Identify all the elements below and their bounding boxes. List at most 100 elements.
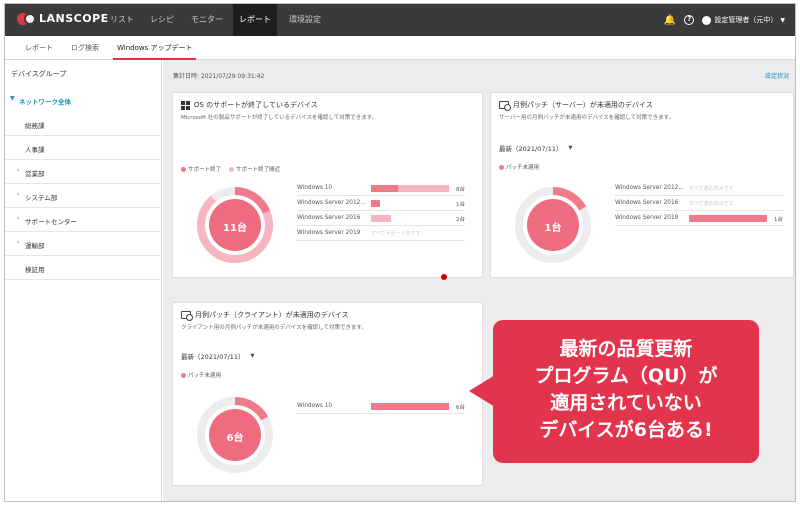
row-status: すべて適応済みです (689, 201, 734, 207)
sidebar-item-label: サポートセンター (25, 218, 77, 226)
bar-segment (371, 403, 449, 410)
legend: サポート終了 サポート終了間近 (181, 165, 280, 173)
date-select[interactable]: 最新（2021/07/11） ▼ (181, 351, 254, 361)
chevron-down-icon: ▼ (568, 145, 573, 151)
tab-windows-update[interactable]: Windows アップデート (113, 36, 197, 60)
table-row[interactable]: Windows Server 2016 すべて適応済みです (615, 200, 783, 212)
nav-item-report[interactable]: レポート (233, 4, 277, 36)
settings-status-link[interactable]: 設定状況 (765, 71, 789, 80)
table-row[interactable]: Windows 10 8台 (297, 185, 465, 197)
sidebar-item-verification[interactable]: 検証用 (5, 256, 161, 280)
card-os-support: OS のサポートが終了しているデバイス Microsoft 社の製品サポートが終… (172, 92, 483, 278)
table-row[interactable]: Windows Server 2019 すべてサポート中です (297, 230, 465, 242)
date-select-value: 最新（2021/07/11） (181, 353, 245, 361)
row-label: Windows Server 2012... (615, 185, 684, 191)
date-select[interactable]: 最新（2021/07/11） ▼ (499, 143, 572, 153)
row-count: 1台 (774, 217, 783, 223)
top-nav: LANSCOPE リスト レシピ モニター レポート 環境設定 🔔 ? 設定管理… (5, 4, 795, 36)
bell-icon[interactable]: 🔔 (664, 15, 676, 26)
row-divider (297, 413, 465, 414)
chevron-right-icon[interactable]: › (17, 239, 19, 246)
donut-center-value: 11台 (223, 223, 247, 234)
bar-segment (371, 185, 398, 192)
row-divider (297, 210, 465, 211)
sidebar-item-transport[interactable]: › 運輸部 (5, 232, 161, 256)
date-select-value: 最新（2021/07/11） (499, 145, 563, 153)
row-label: Windows Server 2019 (615, 215, 679, 221)
tab-report[interactable]: レポート (25, 36, 53, 60)
bar-segment (371, 200, 380, 207)
sidebar-item-system[interactable]: › システム部 (5, 184, 161, 208)
help-icon[interactable]: ? (684, 15, 695, 25)
nav-item-monitor[interactable]: モニター (187, 4, 227, 36)
row-divider (615, 195, 783, 196)
row-label: Windows 10 (297, 185, 333, 191)
server-patch-icon (499, 101, 511, 111)
legend: パッチ未適用 (181, 371, 221, 379)
table-row[interactable]: Windows Server 2012... すべて適応済みです (615, 185, 783, 197)
chevron-right-icon[interactable]: › (17, 167, 19, 174)
windows-icon (181, 100, 190, 110)
legend: パッチ未適用 (499, 163, 539, 171)
sidebar-item-sales[interactable]: › 営業部 (5, 160, 161, 184)
card-description: サーバー用の月例パッチが未適用のデバイスを確認して対策できます。 (499, 115, 675, 121)
sidebar-title: デバイスグループ (11, 70, 67, 78)
sidebar-item-label: 運輸部 (25, 242, 45, 250)
chevron-down-icon: ▼ (250, 353, 255, 359)
table-row[interactable]: Windows Server 2012... 1台 (297, 200, 465, 212)
card-title: 月例パッチ（サーバー）が未適用のデバイス (499, 100, 653, 111)
callout-line: 最新の品質更新 (559, 338, 693, 360)
aggregate-timestamp: 集計日時: 2021/07/29 09:31:42 (173, 73, 265, 80)
card-description: Microsoft 社の製品サポートが終了しているデバイスを確認して対策できます… (181, 115, 378, 121)
red-marker (441, 274, 447, 280)
row-label: Windows Server 2012... (297, 200, 366, 206)
row-divider (297, 240, 465, 241)
brand-logo[interactable]: LANSCOPE (17, 12, 109, 25)
sub-nav: レポート ログ検索 Windows アップデート (5, 36, 795, 60)
row-label: Windows 10 (297, 403, 333, 409)
callout-line: プログラム（QU）が (534, 365, 718, 387)
row-label: Windows Server 2016 (297, 215, 361, 221)
card-title-text: OS のサポートが終了しているデバイス (194, 101, 318, 109)
row-count: 6台 (456, 405, 465, 411)
user-menu[interactable]: 設定管理者（元中） ▼ (702, 15, 785, 25)
logo-icon (17, 12, 36, 25)
bar-segment (689, 215, 767, 222)
tab-log-search[interactable]: ログ検索 (71, 36, 99, 60)
nav-item-settings[interactable]: 環境設定 (283, 4, 327, 36)
table-row[interactable]: Windows Server 2016 2台 (297, 215, 465, 227)
client-patch-icon (181, 311, 193, 321)
row-count: 1台 (456, 202, 465, 208)
legend-item: サポート終了間近 (229, 165, 280, 173)
chevron-right-icon[interactable]: › (17, 191, 19, 198)
sidebar: デバイスグループ ▼ ネットワーク全体 総務課 人事課 › 営業部 › システム… (5, 60, 162, 501)
chevron-down-icon: ▼ (10, 95, 15, 102)
sidebar-item-label: 総務課 (25, 122, 45, 130)
legend-item: サポート終了 (181, 165, 221, 173)
card-title: OS のサポートが終了しているデバイス (181, 100, 318, 110)
user-icon (702, 15, 712, 25)
callout-pointer (469, 375, 495, 407)
table-row[interactable]: Windows Server 2019 1台 (615, 215, 783, 227)
row-divider (297, 195, 465, 196)
sidebar-item-support[interactable]: › サポートセンター (5, 208, 161, 232)
card-title: 月例パッチ（クライアント）が未適用のデバイス (181, 310, 349, 321)
row-status: すべてサポート中です (371, 231, 421, 237)
donut-center-value: 1台 (544, 223, 562, 234)
legend-item: パッチ未適用 (499, 163, 539, 171)
row-count: 2台 (456, 217, 465, 223)
sidebar-item-network-all[interactable]: ▼ ネットワーク全体 (5, 88, 161, 112)
nav-item-recipe[interactable]: レシピ (145, 4, 179, 36)
sidebar-item-general-affairs[interactable]: 総務課 (5, 112, 161, 136)
sidebar-item-hr[interactable]: 人事課 (5, 136, 161, 160)
callout-line: 適用されていない (550, 392, 702, 414)
nav-item-list[interactable]: リスト (105, 4, 139, 36)
callout-annotation: 最新の品質更新 プログラム（QU）が 適用されていない デバイスが6台ある! (493, 320, 759, 463)
row-label: Windows Server 2019 (297, 230, 361, 236)
bar-segment (398, 185, 449, 192)
chevron-right-icon[interactable]: › (17, 215, 19, 222)
brand-name: LANSCOPE (39, 12, 109, 25)
card-title-text: 月例パッチ（サーバー）が未適用のデバイス (513, 101, 653, 109)
table-row[interactable]: Windows 10 6台 (297, 403, 465, 415)
user-label: 設定管理者（元中） (714, 16, 778, 24)
